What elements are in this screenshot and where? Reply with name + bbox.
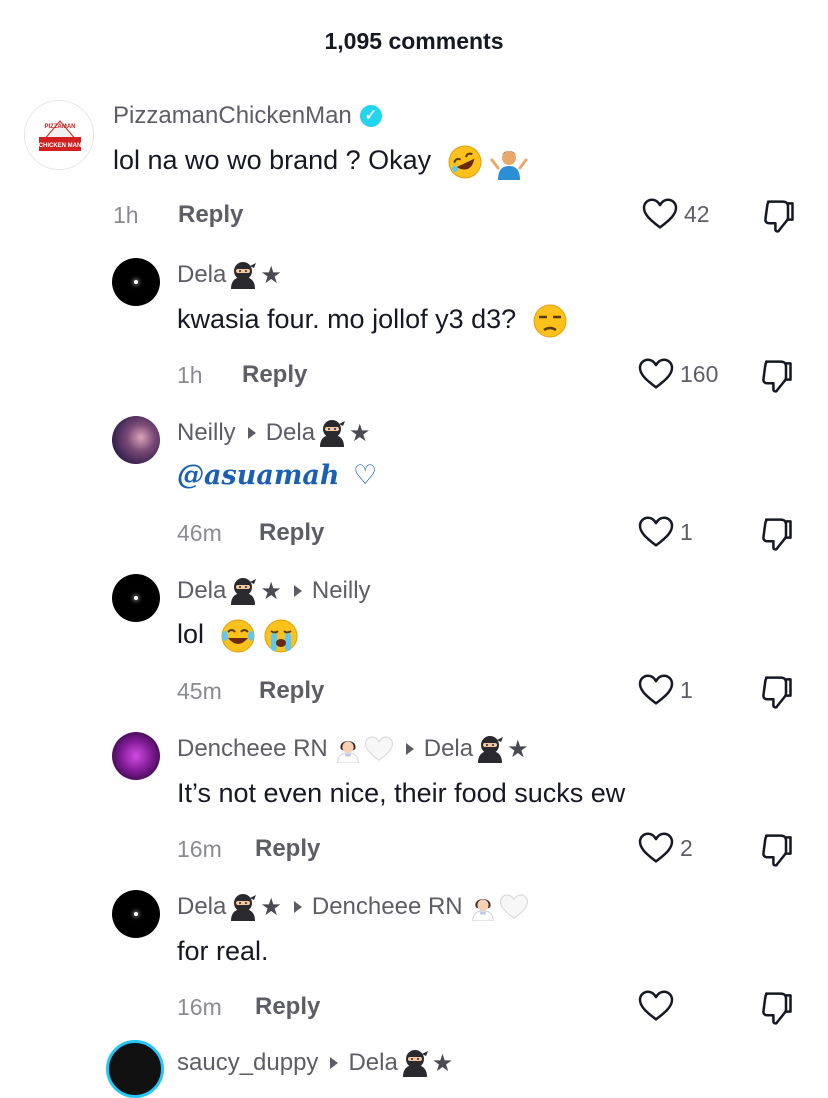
like-button[interactable] (638, 990, 680, 1022)
reply-button[interactable]: Reply (255, 835, 320, 863)
like-button[interactable]: 2 (638, 832, 693, 864)
ninja-emoji-icon (228, 576, 258, 606)
dislike-icon[interactable] (760, 674, 794, 710)
author-name[interactable]: Neilly (177, 419, 236, 447)
like-button[interactable]: 1 (638, 674, 693, 706)
verified-badge-icon: ✓ (359, 105, 382, 127)
white-heart-emoji-icon (499, 893, 529, 921)
dislike-icon[interactable] (760, 358, 794, 394)
author-name[interactable]: Dela (177, 893, 226, 921)
reply-button[interactable]: Reply (255, 993, 320, 1021)
like-count: 1 (680, 518, 693, 545)
like-button[interactable]: 42 (642, 198, 710, 230)
heart-symbol-text: ♡ (353, 460, 378, 490)
ninja-emoji-icon (228, 892, 258, 922)
comment-time: 45m (177, 678, 222, 704)
comment-time: 16m (177, 836, 222, 862)
reply-arrow-icon (293, 585, 302, 597)
unamused-face-emoji-icon (533, 304, 567, 338)
reply-button[interactable]: Reply (242, 361, 307, 389)
reply-to-name[interactable]: Dela (424, 735, 473, 763)
reply-to-name[interactable]: Dencheee RN (312, 893, 463, 921)
comments-count-title: 1,095 comments (324, 28, 504, 54)
heart-icon (638, 990, 674, 1022)
comment-text: kwasia four. mo jollof y3 d3? (177, 304, 517, 335)
star-icon: ★ (260, 577, 282, 605)
star-icon: ★ (260, 261, 282, 289)
avatar[interactable] (112, 416, 160, 464)
tears-of-joy-emoji-icon (221, 619, 255, 653)
like-button[interactable]: 1 (638, 516, 693, 548)
reply-arrow-icon (247, 427, 256, 439)
man-shrugging-emoji-icon (490, 151, 528, 180)
reply-to-name[interactable]: Neilly (312, 577, 371, 605)
avatar[interactable] (112, 732, 160, 780)
avatar[interactable]: PIZZAMAN CHICKEN MAN (24, 100, 94, 170)
reply-to-name[interactable]: Dela (348, 1049, 397, 1077)
white-heart-emoji-icon (364, 735, 394, 763)
svg-text:PIZZAMAN: PIZZAMAN (45, 124, 76, 130)
dislike-icon[interactable] (760, 990, 794, 1026)
comment-time: 46m (177, 520, 222, 546)
like-count: 1 (680, 676, 693, 703)
star-icon: ★ (507, 735, 529, 763)
author-name[interactable]: saucy_duppy (177, 1049, 318, 1077)
like-count: 2 (680, 834, 693, 861)
star-icon: ★ (260, 893, 282, 921)
ninja-emoji-icon (475, 734, 505, 764)
avatar[interactable] (112, 890, 160, 938)
heart-icon (638, 832, 674, 864)
reply-arrow-icon (330, 1057, 339, 1069)
star-icon: ★ (349, 419, 371, 447)
nurse-emoji-icon (469, 893, 497, 921)
heart-icon (638, 516, 674, 548)
comment-text: for real. (177, 936, 269, 966)
avatar[interactable] (106, 1040, 164, 1098)
mention-link[interactable]: @asuamah (177, 460, 340, 491)
reply-to-name[interactable]: Dela (266, 419, 315, 447)
author-name[interactable]: PizzamanChickenMan (113, 102, 352, 130)
dislike-icon[interactable] (760, 516, 794, 552)
comment-time: 1h (113, 202, 139, 228)
like-count: 42 (684, 200, 710, 227)
like-count: 160 (680, 360, 719, 387)
reply-button[interactable]: Reply (178, 201, 243, 229)
author-name[interactable]: Dela (177, 261, 226, 289)
star-icon: ★ (431, 1049, 454, 1077)
nurse-emoji-icon (334, 735, 362, 763)
dislike-icon[interactable] (762, 198, 796, 234)
comment-text: lol (177, 619, 205, 650)
ninja-emoji-icon (400, 1048, 430, 1078)
comment-text: lol na wo wo brand ? Okay (113, 145, 432, 176)
ninja-emoji-icon (228, 260, 258, 290)
heart-icon (638, 358, 674, 390)
pizzaman-logo-icon: PIZZAMAN CHICKEN MAN (25, 101, 93, 169)
avatar[interactable] (112, 258, 160, 306)
comment-time: 1h (177, 362, 203, 388)
reply-button[interactable]: Reply (259, 677, 324, 705)
heart-icon (638, 674, 674, 706)
reply-button[interactable]: Reply (259, 519, 324, 547)
comment-text: It’s not even nice, their food sucks ew (177, 778, 626, 808)
author-name[interactable]: Dencheee RN (177, 735, 328, 763)
dislike-icon[interactable] (760, 832, 794, 868)
comment-time: 16m (177, 994, 222, 1020)
reply-arrow-icon (293, 901, 302, 913)
like-button[interactable]: 160 (638, 358, 718, 390)
ninja-emoji-icon (317, 418, 347, 448)
author-name[interactable]: Dela (177, 577, 226, 605)
heart-icon (642, 198, 678, 230)
reply-arrow-icon (405, 743, 414, 755)
rolling-laughing-emoji-icon (448, 145, 482, 179)
svg-text:CHICKEN MAN: CHICKEN MAN (39, 143, 82, 149)
avatar[interactable] (112, 574, 160, 622)
loudly-crying-emoji-icon (264, 619, 298, 653)
